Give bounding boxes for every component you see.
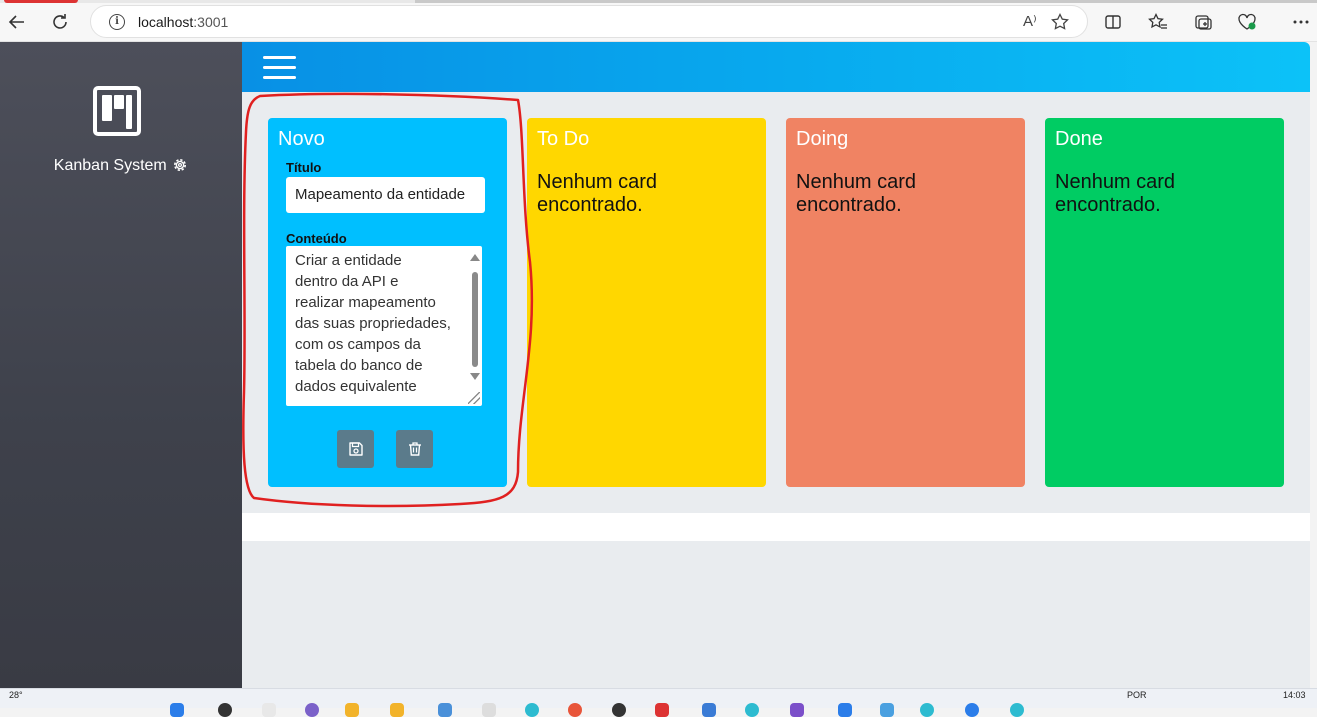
- address-bar[interactable]: i localhost:3001 A⁾: [90, 5, 1088, 38]
- conteudo-textarea[interactable]: Criar a entidade dentro da API e realiza…: [286, 246, 482, 406]
- scroll-up-arrow-icon[interactable]: [470, 254, 480, 261]
- brand: Kanban System: [0, 157, 242, 175]
- clock[interactable]: 14:03: [1283, 690, 1306, 700]
- taskview-icon[interactable]: [262, 703, 276, 717]
- app-icon[interactable]: [438, 703, 452, 717]
- conteudo-text[interactable]: Criar a entidade dentro da API e realiza…: [295, 250, 463, 397]
- conteudo-label: Conteúdo: [286, 231, 347, 246]
- column-title: To Do: [537, 128, 590, 150]
- search-icon[interactable]: [218, 703, 232, 717]
- os-taskbar: 28° POR 14:03: [0, 688, 1317, 717]
- scroll-thumb[interactable]: [472, 272, 478, 367]
- vscode-icon[interactable]: [838, 703, 852, 717]
- url-text[interactable]: localhost:3001: [138, 14, 228, 30]
- edge-icon[interactable]: [525, 703, 539, 717]
- sidebar: Kanban System: [0, 42, 242, 688]
- teams-icon[interactable]: [305, 703, 319, 717]
- column-done: Done Nenhum card encontrado.: [1045, 118, 1284, 487]
- delete-button[interactable]: [396, 430, 433, 468]
- browser-essentials-icon[interactable]: [1236, 11, 1258, 33]
- column-title: Done: [1055, 128, 1103, 150]
- scroll-down-arrow-icon[interactable]: [470, 373, 480, 380]
- top-navbar: [242, 42, 1310, 92]
- column-doing: Doing Nenhum card encontrado.: [786, 118, 1025, 487]
- start-icon[interactable]: [170, 703, 184, 717]
- file-explorer-icon[interactable]: [345, 703, 359, 717]
- active-tab-indicator[interactable]: [4, 0, 78, 3]
- kanban-logo-icon: [93, 86, 141, 136]
- language-indicator[interactable]: POR: [1127, 690, 1147, 700]
- weather-temp[interactable]: 28°: [9, 690, 23, 700]
- app-icon[interactable]: [482, 703, 496, 717]
- page-background: [242, 541, 1310, 688]
- board-footer: [242, 513, 1310, 541]
- column-todo: To Do Nenhum card encontrado.: [527, 118, 766, 487]
- back-arrow-icon[interactable]: [4, 9, 30, 35]
- titulo-label: Título: [286, 160, 322, 175]
- gear-icon[interactable]: [172, 157, 188, 173]
- read-aloud-icon[interactable]: A⁾: [1023, 14, 1037, 29]
- tab-strip-edge: [415, 0, 1317, 3]
- titulo-input[interactable]: Mapeamento da entidade: [286, 177, 485, 213]
- brand-title: Kanban System: [53, 157, 167, 174]
- empty-message: Nenhum card encontrado.: [537, 171, 658, 216]
- collections-icon[interactable]: [1192, 11, 1214, 33]
- hamburger-menu-icon[interactable]: [263, 54, 296, 80]
- more-options-icon[interactable]: [1290, 11, 1312, 33]
- browser-toolbar: i localhost:3001 A⁾: [0, 0, 1317, 42]
- column-novo: Novo Título Mapeamento da entidade Conte…: [268, 118, 507, 487]
- app-icon[interactable]: [920, 703, 934, 717]
- trash-icon: [408, 442, 421, 456]
- app-icon[interactable]: [568, 703, 582, 717]
- save-button[interactable]: [337, 430, 374, 468]
- app-icon[interactable]: [612, 703, 626, 717]
- folder-icon[interactable]: [390, 703, 404, 717]
- resize-grip-icon[interactable]: [468, 392, 480, 404]
- empty-message: Nenhum card encontrado.: [1055, 171, 1176, 216]
- favorites-icon[interactable]: [1147, 11, 1169, 33]
- floppy-disk-icon: [348, 442, 363, 456]
- app-icon[interactable]: [965, 703, 979, 717]
- site-info-icon[interactable]: i: [109, 14, 125, 30]
- visual-studio-icon[interactable]: [790, 703, 804, 717]
- empty-message: Nenhum card encontrado.: [796, 171, 917, 216]
- split-screen-icon[interactable]: [1102, 11, 1124, 33]
- edge-active-icon[interactable]: [1010, 703, 1024, 717]
- column-title: Doing: [796, 128, 849, 150]
- favorite-star-icon[interactable]: [1051, 13, 1069, 34]
- column-title: Novo: [278, 128, 325, 150]
- app-icon[interactable]: [880, 703, 894, 717]
- app-icon[interactable]: [745, 703, 759, 717]
- app-icon[interactable]: [655, 703, 669, 717]
- textarea-scrollbar[interactable]: [469, 249, 480, 380]
- window-edge: [1310, 42, 1317, 688]
- refresh-icon[interactable]: [47, 9, 73, 35]
- app-icon[interactable]: [702, 703, 716, 717]
